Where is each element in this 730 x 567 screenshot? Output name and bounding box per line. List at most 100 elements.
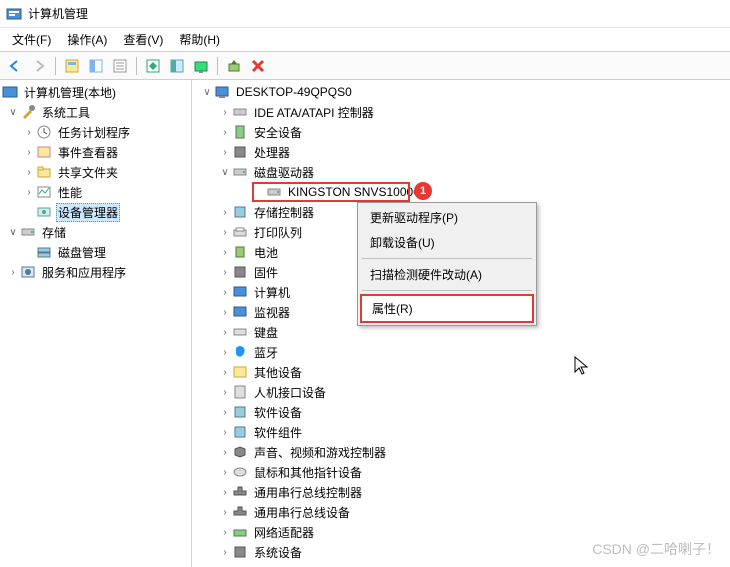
clock-icon — [36, 124, 52, 140]
right-tree-pane[interactable]: ∨ DESKTOP-49QPQS0 ›IDE ATA/ATAPI 控制器›安全设… — [192, 80, 730, 567]
expand-icon[interactable]: › — [218, 387, 232, 398]
device-category[interactable]: ›蓝牙 — [192, 342, 730, 362]
tb-icon-4[interactable] — [142, 55, 164, 77]
tb-icon-7[interactable] — [223, 55, 245, 77]
collapse-icon[interactable]: ∨ — [6, 227, 20, 238]
tree-root[interactable]: 计算机管理(本地) — [0, 82, 191, 102]
expand-icon[interactable]: › — [218, 147, 232, 158]
menu-view[interactable]: 查看(V) — [115, 29, 171, 50]
device-category[interactable]: ›通用串行总线设备 — [192, 502, 730, 522]
device-category[interactable]: › 处理器 — [192, 142, 730, 162]
menu-properties[interactable]: 属性(R) — [360, 294, 534, 323]
device-icon — [232, 404, 248, 420]
toolbar-separator — [136, 57, 137, 75]
expand-icon[interactable]: › — [218, 307, 232, 318]
collapse-icon[interactable]: ∨ — [6, 107, 20, 118]
device-category[interactable]: ›声音、视频和游戏控制器 — [192, 442, 730, 462]
back-button[interactable] — [4, 55, 26, 77]
tb-icon-3[interactable] — [109, 55, 131, 77]
device-icon — [232, 544, 248, 560]
toolbar-separator — [217, 57, 218, 75]
expand-icon[interactable]: › — [218, 467, 232, 478]
device-icon — [232, 504, 248, 520]
tree-label: 共享文件夹 — [56, 163, 120, 182]
tree-performance[interactable]: › 性能 — [0, 182, 191, 202]
tb-icon-1[interactable] — [61, 55, 83, 77]
expand-icon[interactable]: › — [218, 107, 232, 118]
device-category[interactable]: ›IDE ATA/ATAPI 控制器 — [192, 102, 730, 122]
device-manager-icon — [36, 204, 52, 220]
menu-scan-hardware[interactable]: 扫描检测硬件改动(A) — [360, 262, 534, 287]
tree-label: 存储 — [40, 223, 68, 242]
left-tree-pane[interactable]: 计算机管理(本地) ∨ 系统工具 › 任务计划程序 › 事件查看器 › 共享文件… — [0, 80, 192, 567]
expand-icon[interactable]: › — [218, 267, 232, 278]
device-category[interactable]: ›软件设备 — [192, 402, 730, 422]
device-root[interactable]: ∨ DESKTOP-49QPQS0 — [192, 82, 730, 102]
expand-icon[interactable]: › — [218, 327, 232, 338]
tb-icon-6[interactable] — [190, 55, 212, 77]
expand-icon[interactable]: › — [6, 267, 20, 278]
forward-button[interactable] — [28, 55, 50, 77]
expand-icon[interactable]: › — [218, 447, 232, 458]
menu-help[interactable]: 帮助(H) — [171, 29, 228, 50]
expand-icon[interactable]: › — [218, 507, 232, 518]
device-category[interactable]: › 鼠标和其他指针设备 — [192, 462, 730, 482]
expand-icon[interactable]: › — [218, 347, 232, 358]
tree-services-apps[interactable]: › 服务和应用程序 — [0, 262, 191, 282]
tree-label: 打印队列 — [252, 223, 304, 242]
device-category[interactable]: ∨磁盘驱动器 — [192, 162, 730, 182]
menu-update-driver[interactable]: 更新驱动程序(P) — [360, 205, 534, 230]
expand-icon[interactable]: › — [218, 127, 232, 138]
tree-event-viewer[interactable]: › 事件查看器 — [0, 142, 191, 162]
device-icon — [232, 304, 248, 320]
tree-label: 系统工具 — [40, 103, 92, 122]
content-area: 计算机管理(本地) ∨ 系统工具 › 任务计划程序 › 事件查看器 › 共享文件… — [0, 80, 730, 567]
expand-icon[interactable]: › — [218, 227, 232, 238]
expand-icon[interactable]: › — [218, 547, 232, 558]
tree-label: 设备管理器 — [56, 203, 120, 222]
tree-label: 服务和应用程序 — [40, 263, 128, 282]
tree-device-manager[interactable]: 设备管理器 — [0, 202, 191, 222]
device-category[interactable]: ›其他设备 — [192, 362, 730, 382]
device-category[interactable]: ›软件组件 — [192, 422, 730, 442]
tree-storage[interactable]: ∨ 存储 — [0, 222, 191, 242]
delete-button[interactable] — [247, 55, 269, 77]
device-icon — [232, 284, 248, 300]
expand-icon[interactable]: › — [22, 187, 36, 198]
device-category[interactable]: ›通用串行总线控制器 — [192, 482, 730, 502]
device-category[interactable]: ›人机接口设备 — [192, 382, 730, 402]
tree-label: 安全设备 — [252, 123, 304, 142]
tree-label: 系统设备 — [252, 543, 304, 562]
expand-icon[interactable]: › — [218, 367, 232, 378]
expand-icon[interactable]: › — [218, 407, 232, 418]
expand-icon[interactable]: › — [218, 427, 232, 438]
annotation-badge-1: 1 — [414, 182, 432, 200]
tb-icon-2[interactable] — [85, 55, 107, 77]
tree-label: 计算机 — [252, 283, 292, 302]
expand-icon[interactable]: › — [22, 167, 36, 178]
tree-task-scheduler[interactable]: › 任务计划程序 — [0, 122, 191, 142]
expand-icon[interactable]: › — [218, 527, 232, 538]
tb-icon-5[interactable] — [166, 55, 188, 77]
device-icon — [232, 464, 248, 480]
tree-shared-folders[interactable]: › 共享文件夹 — [0, 162, 191, 182]
device-icon — [232, 144, 248, 160]
expand-icon[interactable]: ∨ — [218, 167, 232, 178]
expand-icon[interactable]: › — [22, 147, 36, 158]
tree-label: 处理器 — [252, 143, 292, 162]
tree-label: 鼠标和其他指针设备 — [252, 463, 364, 482]
device-category[interactable]: › 安全设备 — [192, 122, 730, 142]
tree-label: 性能 — [56, 183, 84, 202]
collapse-icon[interactable]: ∨ — [200, 87, 214, 98]
expand-icon[interactable]: › — [22, 127, 36, 138]
tree-system-tools[interactable]: ∨ 系统工具 — [0, 102, 191, 122]
expand-icon[interactable]: › — [218, 487, 232, 498]
expand-icon[interactable]: › — [218, 247, 232, 258]
device-icon — [232, 384, 248, 400]
menu-action[interactable]: 操作(A) — [59, 29, 115, 50]
menu-uninstall[interactable]: 卸载设备(U) — [360, 230, 534, 255]
expand-icon[interactable]: › — [218, 287, 232, 298]
tree-disk-management[interactable]: 磁盘管理 — [0, 242, 191, 262]
menu-file[interactable]: 文件(F) — [4, 29, 59, 50]
expand-icon[interactable]: › — [218, 207, 232, 218]
